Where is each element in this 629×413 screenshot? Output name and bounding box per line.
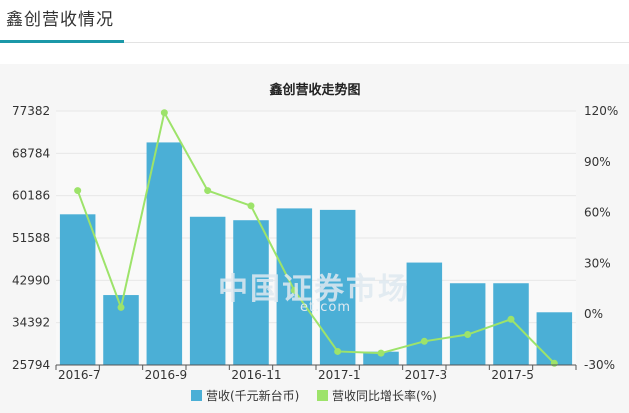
legend: 营收(千元新台币) 营收同比增长率(%) [191,388,437,403]
growth-point [334,347,342,355]
growth-point [204,187,212,195]
x-tick-label: 2017-5 [491,368,534,382]
y-right-tick-label: -30% [584,358,615,372]
legend-swatch-revenue [191,390,202,401]
y-left-tick-label: 77382 [12,104,50,118]
bar [536,312,573,365]
chart-panel: 鑫创营收走势图 77382 68784 60186 51588 42990 34392 25… [0,64,629,413]
bar [406,262,443,365]
y-right-tick-label: 60% [584,206,611,220]
x-tick-label: 2016-11 [231,368,281,382]
y-left-tick-label: 34392 [12,316,50,330]
growth-point [117,303,125,311]
growth-point [507,315,515,323]
y-right-tick-label: 0% [584,307,603,321]
bar [59,214,96,365]
bar [189,216,226,365]
legend-swatch-growth [317,390,328,401]
y-right-tick-label: 120% [584,104,618,118]
page-header: 鑫创营收情况 [0,0,629,43]
bar [146,142,183,365]
chart-title: 鑫创营收走势图 [268,82,360,98]
growth-point [290,286,298,294]
y-left-tick-label: 68784 [12,146,50,160]
legend-label-growth: 营收同比增长率(%) [332,388,437,403]
growth-point [247,202,255,210]
x-tick-label: 2016-7 [58,368,101,382]
y-left-tick-label: 60186 [12,189,50,203]
y-left-tick-label: 25794 [12,358,50,372]
bar [449,283,486,365]
y-left-tick-label: 42990 [12,273,50,287]
x-tick-label: 2016-9 [145,368,188,382]
growth-point [420,337,428,345]
growth-point [160,109,168,117]
bar [233,220,269,365]
growth-point [464,331,472,339]
y-left-tick-label: 51588 [12,231,50,245]
active-tab-underline [0,40,124,43]
y-right-tick-label: 30% [584,256,611,270]
x-tick-label: 2017-3 [405,368,448,382]
revenue-chart: 鑫创营收走势图 77382 68784 60186 51588 42990 34392 25… [12,82,618,403]
x-tick-label: 2017-1 [318,368,361,382]
growth-point [74,187,82,195]
bar [276,208,313,365]
growth-point [377,349,385,357]
y-right-tick-label: 90% [584,155,611,169]
legend-label-revenue: 营收(千元新台币) [206,388,299,403]
page-title: 鑫创营收情况 [6,10,114,30]
bar [319,209,356,365]
growth-point [550,359,558,367]
